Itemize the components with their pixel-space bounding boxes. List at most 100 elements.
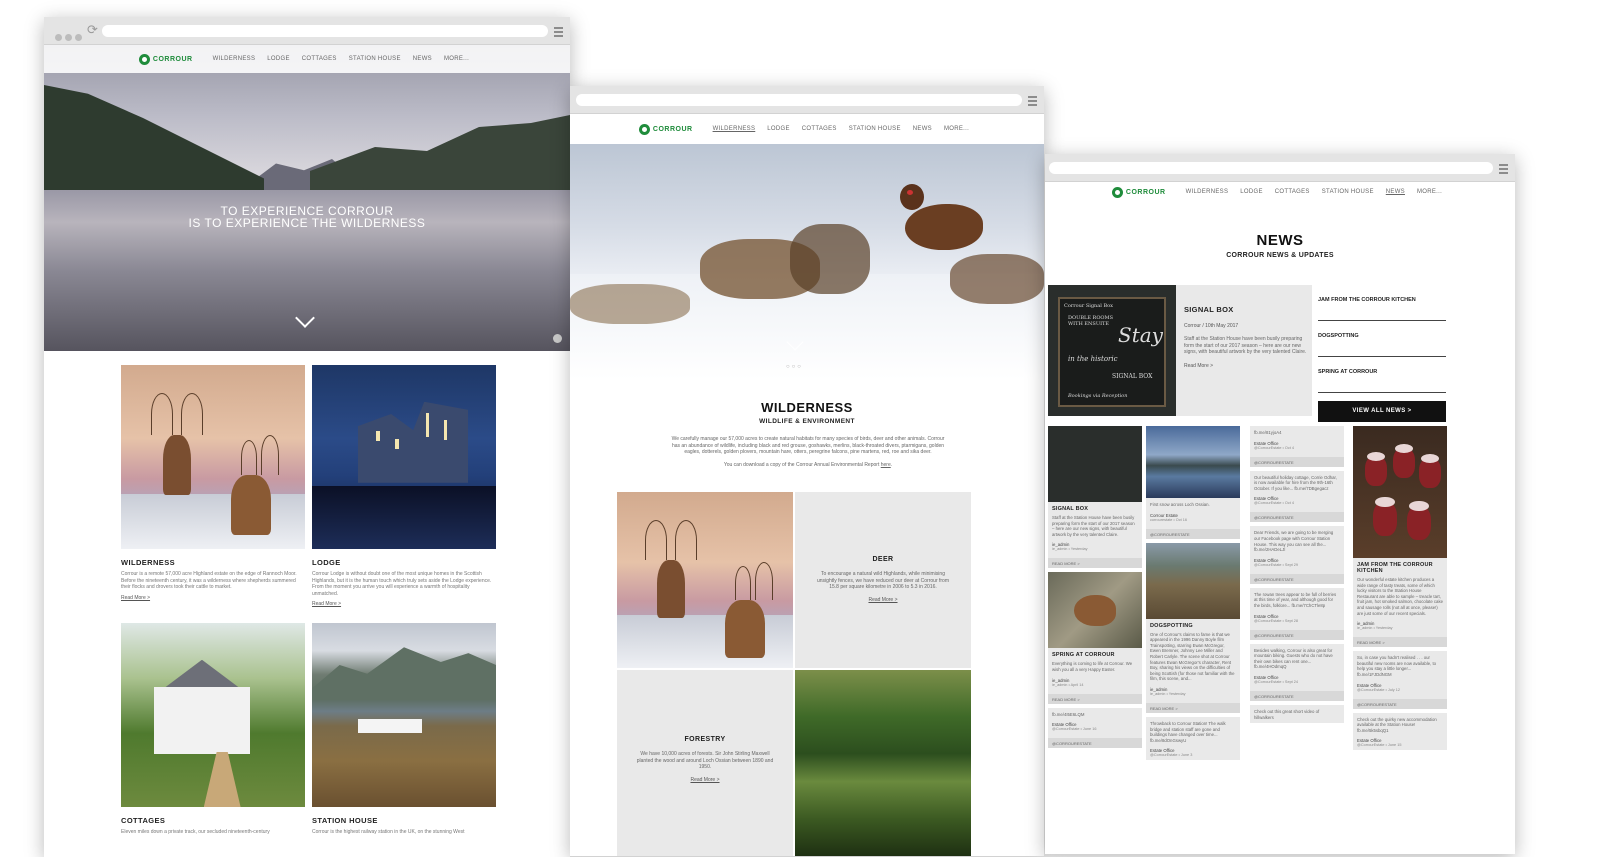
nav-station-house[interactable]: STATION HOUSE [349,56,401,62]
read-more-link[interactable]: Read More > [795,597,971,603]
tweet-card[interactable]: Check out this great short video of hill… [1250,704,1344,724]
card-lodge[interactable]: LODGE Corrour Lodge is without doubt one… [312,365,496,607]
card-footer-link[interactable]: READ MORE > [1048,693,1142,704]
card-footer-link[interactable]: @CORROURESTATE [1353,698,1447,709]
nav-more[interactable]: MORE... [1417,189,1442,195]
read-more-link[interactable]: Read More > [312,601,496,607]
forestry-photo-tile [795,670,971,856]
news-card[interactable]: fb.me/4I5E6LQM Estate Office @CorrourEsta… [1048,707,1142,749]
corrour-logo[interactable]: CORROUR [1111,186,1166,198]
browser-toolbar [570,86,1044,114]
intro-paragraph: We carefully manage our 57,000 acres to … [671,436,945,455]
nav-more[interactable]: MORE... [944,126,969,132]
featured-news[interactable]: Corrour Signal Box DOUBLE ROOMS WITH ENS… [1048,285,1312,416]
card-footer-link[interactable]: @CORROURESTATE [1250,573,1344,584]
tweet-card[interactable]: The rowan trees appear to be full of ber… [1250,587,1344,640]
address-bar[interactable] [1049,162,1493,174]
forestry-tile[interactable]: FORESTRY We have 10,000 acres of forests… [617,670,793,856]
browser-window-news: CORROUR WILDERNESS LODGE COTTAGES STATIO… [1045,154,1515,854]
read-more-link[interactable]: Read More > [1184,363,1308,369]
nav-cottages[interactable]: COTTAGES [1275,189,1310,195]
tweet-card[interactable]: fb.me/81yjoA4 Estate Office @CorrourEstat… [1250,426,1344,467]
sidebar-item-dogspotting[interactable]: DOGSPOTTING [1318,321,1446,357]
tile-text: We have 10,000 acres of forests. Sir Joh… [636,751,774,770]
news-card[interactable]: SIGNAL BOX Staff at the Station House hav… [1048,426,1142,569]
nav-more[interactable]: MORE... [444,56,469,62]
card-station-house[interactable]: STATION HOUSE Corrour is the highest rai… [312,623,496,836]
hamburger-menu-icon[interactable] [1028,96,1037,108]
corrour-logo[interactable]: CORROUR [638,123,693,135]
hamburger-menu-icon[interactable] [1499,164,1508,176]
card-title: STATION HOUSE [312,816,378,825]
dog-thumb [1146,542,1240,619]
card-footer-link[interactable]: @CORROURESTATE [1250,456,1344,467]
news-column-3: fb.me/81yjoA4 Estate Office @CorrourEstat… [1250,426,1344,727]
nav-wilderness[interactable]: WILDERNESS [713,126,756,132]
nav-lodge[interactable]: LODGE [267,56,290,62]
nav-lodge[interactable]: LODGE [1240,189,1263,195]
carousel-pager[interactable]: ○○○ [786,364,803,370]
hero-image-grouse: ○○○ [570,144,1044,380]
card-cottages[interactable]: COTTAGES Eleven miles down a private tra… [121,623,305,836]
nav-news[interactable]: NEWS [413,56,432,62]
stag-photo [121,365,305,549]
sidebar-item-spring[interactable]: SPRING AT CORROUR [1318,357,1446,393]
station-house-photo [312,623,496,807]
nav-cottages[interactable]: COTTAGES [302,56,337,62]
read-more-link[interactable]: Read More > [121,595,305,601]
nav-lodge[interactable]: LODGE [767,126,790,132]
nav-station-house[interactable]: STATION HOUSE [1322,189,1374,195]
tweet-card[interactable]: So, in case you hadn't realised . . . ou… [1353,651,1447,709]
section-heading: WILDERNESS WILDLIFE & ENVIRONMENT [570,400,1044,425]
card-title: WILDERNESS [121,558,176,567]
lodge-photo [312,365,496,549]
tweet-card[interactable]: Our beautiful holiday cottage, Corrie Od… [1250,470,1344,523]
view-all-news-button[interactable]: VIEW ALL NEWS > [1318,401,1446,422]
nav-wilderness[interactable]: WILDERNESS [1186,189,1229,195]
news-card[interactable]: First snow across Loch Ossian. Corrour E… [1146,426,1240,539]
window-controls[interactable] [55,28,85,46]
card-footer-link[interactable]: @CORROURESTATE [1250,690,1344,701]
nav-news[interactable]: NEWS [1386,189,1405,195]
card-text: Corrour is the highest railway station i… [312,829,465,835]
address-bar[interactable] [102,25,548,37]
address-bar[interactable] [576,94,1022,106]
tile-title: DEER [872,556,894,563]
hamburger-menu-icon[interactable] [554,27,563,39]
news-card[interactable]: DOGSPOTTING One of Corrour's claims to fa… [1146,542,1240,713]
card-footer-link[interactable]: READ MORE > [1353,637,1447,648]
nav-cottages[interactable]: COTTAGES [802,126,837,132]
nav-news[interactable]: NEWS [913,126,932,132]
news-card[interactable]: JAM FROM THE CORROUR KITCHEN Our wonderfu… [1353,426,1447,648]
read-more-link[interactable]: Read More > [617,777,793,783]
report-link[interactable]: here [881,462,891,468]
card-footer-link[interactable]: @CORROURESTATE [1250,629,1344,640]
nav-wilderness[interactable]: WILDERNESS [213,56,256,62]
reload-icon[interactable]: ⟳ [87,23,98,38]
news-column-1: SIGNAL BOX Staff at the Station House hav… [1048,426,1142,752]
logo-mark-icon [638,123,650,135]
card-footer-link[interactable]: READ MORE > [1048,558,1142,569]
deer-tile[interactable]: DEER To encourage a natural wild Highlan… [795,492,971,668]
corrour-logo[interactable]: CORROUR [138,53,193,65]
hero-image-loch: TO EXPERIENCE CORROUR IS TO EXPERIENCE T… [44,45,570,351]
hero-tagline: TO EXPERIENCE CORROUR IS TO EXPERIENCE T… [44,205,570,229]
tweet-card[interactable]: Check out the quirky new accommodation a… [1353,712,1447,751]
tweet-card[interactable]: Dear Friends, we are going to be merging… [1250,526,1344,584]
chalkboard-sign: Corrour Signal Box DOUBLE ROOMS WITH ENS… [1058,297,1166,407]
card-wilderness[interactable]: WILDERNESS Corrour is a remote 57,000 ac… [121,365,305,601]
news-column-4: JAM FROM THE CORROUR KITCHEN Our wonderfu… [1353,426,1447,754]
nav-station-house[interactable]: STATION HOUSE [849,126,901,132]
card-footer-link[interactable]: @CORROURESTATE [1048,738,1142,749]
card-footer-link[interactable]: @CORROURESTATE [1146,528,1240,539]
sidebar-item-jam[interactable]: JAM FROM THE CORROUR KITCHEN [1318,285,1446,321]
page-subtitle: WILDLIFE & ENVIRONMENT [759,418,855,425]
news-sidebar: JAM FROM THE CORROUR KITCHEN DOGSPOTTING… [1318,285,1446,422]
news-card[interactable]: Throwback to Corrour Station! The walk b… [1146,716,1240,761]
cottage-photo [121,623,305,807]
news-card[interactable]: SPRING AT CORROUR Everything is coming to… [1048,572,1142,704]
tweet-card[interactable]: Besides walking, Corrour is also great f… [1250,643,1344,701]
carousel-dot[interactable] [553,334,562,343]
card-footer-link[interactable]: @CORROURESTATE [1250,512,1344,523]
card-footer-link[interactable]: READ MORE > [1146,702,1240,713]
